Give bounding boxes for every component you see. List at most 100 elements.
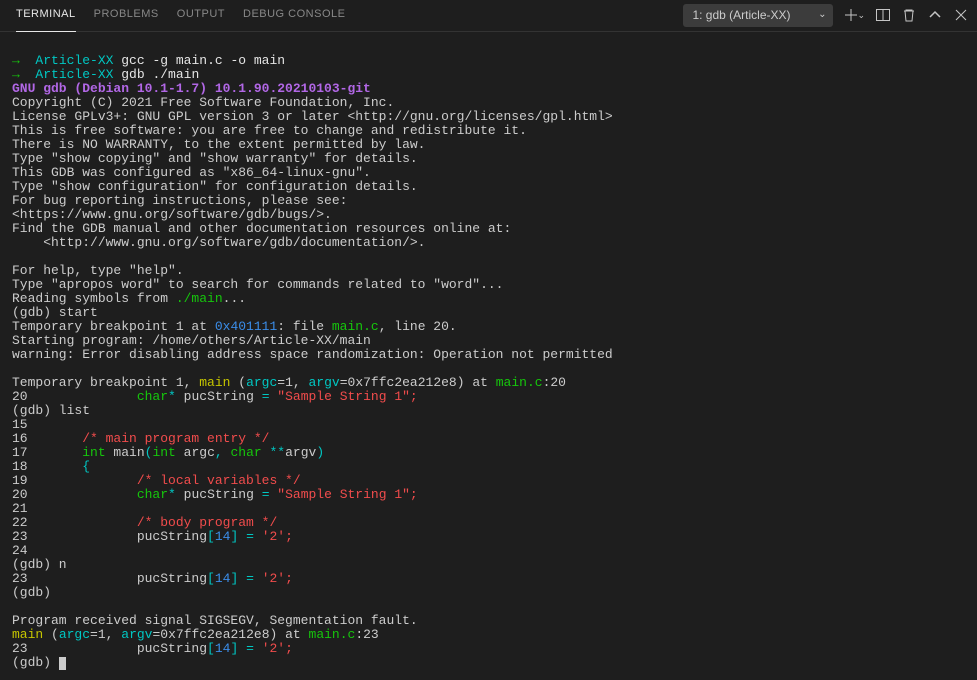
gdb-prompt-list: (gdb) list [12,403,90,418]
mainc2: main.c [309,627,356,642]
eq12: =1, [90,627,121,642]
l20: 20 [12,487,137,502]
gdb-free2: There is NO WARRANTY, to the extent perm… [12,137,425,152]
chevron-down-icon: ⌄ [818,8,826,22]
argv: argv [309,375,340,390]
paren: ( [230,375,246,390]
br2b: ] [230,571,246,586]
main-fn: main [199,375,230,390]
l16: 16 [12,431,82,446]
terminal-selector-label: 1: gdb (Article-XX) [692,8,790,22]
eq2: = [262,487,278,502]
ch2c: '2'; [262,641,293,656]
l21: 21 [12,501,28,516]
mainw: main [106,445,145,460]
l22: 22 [12,515,137,530]
break-pre: Temporary breakpoint 1 at [12,319,215,334]
argv2: argv [121,627,152,642]
l24: 24 [12,543,28,558]
eqc: = [246,529,262,544]
kw-char: char [137,389,168,404]
reading-path: ./main [176,291,223,306]
charw: char [230,445,261,460]
terminal-selector[interactable]: 1: gdb (Article-XX) ⌄ [683,4,833,27]
colon23: :23 [355,627,378,642]
br1: [ [207,529,215,544]
prompt-arrow: → [12,53,20,68]
star: * [168,389,176,404]
puc2: pucString [176,487,262,502]
tab-problems[interactable]: PROBLEMS [94,0,159,32]
ch2: '2'; [262,529,293,544]
header-actions: 1: gdb (Article-XX) ⌄ ⌄ [683,4,969,27]
mainc: main.c [496,375,543,390]
rp: ) [316,445,324,460]
eqaddr2: =0x7ffc2ea212e8) at [152,627,308,642]
sigsegv: Program received signal SIGSEGV, Segment… [12,613,418,628]
prompt-cwd: Article-XX [35,67,113,82]
maximize-panel-button[interactable] [927,7,943,23]
starting: Starting program: /home/others/Article-X… [12,333,371,348]
break-mid: : file [277,319,332,334]
idx: 14 [215,529,231,544]
gdb-prompt-empty: (gdb) [12,585,51,600]
kw-int2: int [152,445,175,460]
prompt-cwd: Article-XX [35,53,113,68]
argc2: argc [59,627,90,642]
br1c: [ [207,641,215,656]
tab-output[interactable]: OUTPUT [177,0,225,32]
cmd-gdb: gdb ./main [121,67,199,82]
c16: /* main program entry */ [82,431,269,446]
gdb-banner: GNU gdb (Debian 10.1-1.7) 10.1.90.202101… [12,81,371,96]
c22: /* body program */ [137,515,277,530]
argcw: argc [176,445,215,460]
gdb-show1: Type "show copying" and "show warranty" … [12,151,418,166]
kill-terminal-button[interactable] [901,7,917,23]
l20pre: 20 [12,389,137,404]
eq: = [262,389,278,404]
reading-pre: Reading symbols from [12,291,176,306]
br2c: ] [230,641,246,656]
l23c: 23 pucString [12,641,207,656]
str2: "Sample String 1"; [277,487,417,502]
gdb-docs1: Find the GDB manual and other documentat… [12,221,511,236]
idxb: 14 [215,571,231,586]
gdb-config: This GDB was configured as "x86_64-linux… [12,165,371,180]
idxc: 14 [215,641,231,656]
panel-header: TERMINAL PROBLEMS OUTPUT DEBUG CONSOLE 1… [0,0,977,32]
tab-terminal[interactable]: TERMINAL [16,0,76,32]
brace: { [82,459,90,474]
gdb-copyright: Copyright (C) 2021 Free Software Foundat… [12,95,394,110]
break-post: , line 20. [379,319,457,334]
gdb-bugs2: <https://www.gnu.org/software/gdb/bugs/>… [12,207,332,222]
gdb-free1: This is free software: you are free to c… [12,123,527,138]
prompt-arrow: → [12,67,20,82]
gdb-bugs1: For bug reporting instructions, please s… [12,193,347,208]
close-panel-button[interactable] [953,7,969,23]
terminal-content[interactable]: → Article-XX gcc -g main.c -o main → Art… [0,32,977,680]
kw-char2: char [137,487,168,502]
c19: /* local variables */ [137,473,301,488]
gdb-license: License GPLv3+: GNU GPL version 3 or lat… [12,109,613,124]
starstar: ** [262,445,285,460]
comma: , [215,445,231,460]
cmd-gcc: gcc -g main.c -o main [121,53,285,68]
terminal-cursor [59,657,66,670]
argvw: argv [285,445,316,460]
gdb-docs2: <http://www.gnu.org/software/gdb/documen… [12,235,425,250]
ch2b: '2'; [262,571,293,586]
main-fn2: main [12,627,43,642]
kw-int: int [82,445,105,460]
colon20: :20 [543,375,566,390]
star2: * [168,487,176,502]
split-terminal-button[interactable] [875,7,891,23]
gdb-help1: For help, type "help". [12,263,184,278]
tab-debug-console[interactable]: DEBUG CONSOLE [243,0,345,32]
gdb-show2: Type "show configuration" for configurat… [12,179,418,194]
eq1: =1, [277,375,308,390]
new-terminal-dropdown-icon[interactable]: ⌄ [857,9,865,22]
hit-pre: Temporary breakpoint 1, [12,375,199,390]
gdb-prompt-n: (gdb) n [12,557,67,572]
l15: 15 [12,417,28,432]
paren2: ( [43,627,59,642]
